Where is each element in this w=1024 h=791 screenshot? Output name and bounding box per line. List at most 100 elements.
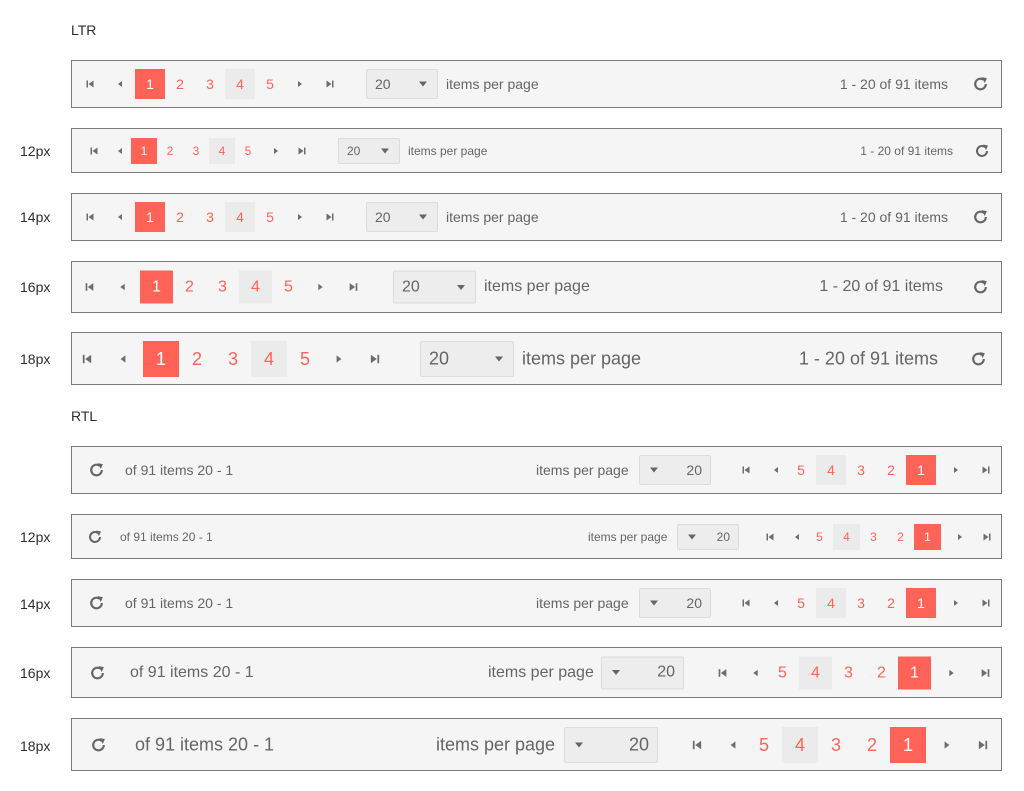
first-page-button[interactable] xyxy=(980,667,991,678)
page-button-2[interactable]: 2 xyxy=(887,524,914,550)
page-button-5[interactable]: 5 xyxy=(255,202,285,232)
page-button-4[interactable]: 4 xyxy=(239,270,272,304)
page-button-5[interactable]: 5 xyxy=(806,524,833,550)
page-button-4[interactable]: 4 xyxy=(251,340,287,377)
page-button-4[interactable]: 4 xyxy=(782,726,818,763)
next-page-button[interactable] xyxy=(771,465,781,475)
page-button-3[interactable]: 3 xyxy=(832,656,865,689)
previous-page-button[interactable] xyxy=(951,465,961,475)
page-button-1[interactable]: 1 xyxy=(143,340,179,377)
page-button-5[interactable]: 5 xyxy=(287,341,323,377)
page-button-1[interactable]: 1 xyxy=(135,202,165,232)
page-button-1[interactable]: 1 xyxy=(898,656,931,689)
next-page-button[interactable] xyxy=(295,79,305,89)
page-button-2[interactable]: 2 xyxy=(157,138,183,164)
page-button-2[interactable]: 2 xyxy=(165,202,195,232)
page-size-select[interactable]: 20 xyxy=(366,69,438,99)
page-button-1[interactable]: 1 xyxy=(914,523,941,550)
last-page-button[interactable] xyxy=(325,212,335,222)
page-button-4[interactable]: 4 xyxy=(225,202,255,232)
page-size-select[interactable]: 20 xyxy=(601,656,684,689)
next-page-button[interactable] xyxy=(771,598,781,608)
next-page-button[interactable] xyxy=(315,282,326,293)
previous-page-button[interactable] xyxy=(117,353,129,365)
next-page-button[interactable] xyxy=(271,146,281,156)
page-size-select[interactable]: 20 xyxy=(338,137,400,164)
page-button-1[interactable]: 1 xyxy=(906,455,936,485)
page-button-4[interactable]: 4 xyxy=(833,523,860,550)
last-page-button[interactable] xyxy=(765,532,775,542)
page-button-4[interactable]: 4 xyxy=(816,588,846,618)
previous-page-button[interactable] xyxy=(951,598,961,608)
page-button-5[interactable]: 5 xyxy=(786,588,816,618)
page-button-1[interactable]: 1 xyxy=(135,69,165,99)
first-page-button[interactable] xyxy=(981,465,991,475)
page-button-4[interactable]: 4 xyxy=(225,69,255,99)
page-button-4[interactable]: 4 xyxy=(816,455,846,485)
last-page-button[interactable] xyxy=(325,79,335,89)
page-button-5[interactable]: 5 xyxy=(746,727,782,763)
last-page-button[interactable] xyxy=(369,353,381,365)
next-page-button[interactable] xyxy=(727,739,739,751)
page-size-select[interactable]: 20 xyxy=(420,340,514,377)
page-button-3[interactable]: 3 xyxy=(195,202,225,232)
first-page-button[interactable] xyxy=(981,598,991,608)
page-button-3[interactable]: 3 xyxy=(846,455,876,485)
next-page-button[interactable] xyxy=(295,212,305,222)
first-page-button[interactable] xyxy=(85,79,95,89)
page-size-select[interactable]: 20 xyxy=(677,523,739,550)
last-page-button[interactable] xyxy=(717,667,728,678)
refresh-button[interactable] xyxy=(88,595,105,612)
previous-page-button[interactable] xyxy=(946,667,957,678)
refresh-button[interactable] xyxy=(972,209,989,226)
page-button-1[interactable]: 1 xyxy=(140,270,173,304)
page-button-3[interactable]: 3 xyxy=(860,524,887,550)
first-page-button[interactable] xyxy=(977,739,989,751)
previous-page-button[interactable] xyxy=(117,282,128,293)
refresh-button[interactable] xyxy=(89,664,106,681)
previous-page-button[interactable] xyxy=(941,739,953,751)
page-size-select[interactable]: 20 xyxy=(366,202,438,232)
page-button-4[interactable]: 4 xyxy=(799,656,832,689)
page-button-1[interactable]: 1 xyxy=(131,137,157,164)
previous-page-button[interactable] xyxy=(115,212,125,222)
page-button-4[interactable]: 4 xyxy=(209,137,235,164)
page-size-select[interactable]: 20 xyxy=(639,455,711,485)
last-page-button[interactable] xyxy=(297,146,307,156)
page-button-5[interactable]: 5 xyxy=(786,455,816,485)
page-size-select[interactable]: 20 xyxy=(393,270,476,304)
page-button-3[interactable]: 3 xyxy=(183,138,209,164)
page-button-5[interactable]: 5 xyxy=(255,69,285,99)
page-button-3[interactable]: 3 xyxy=(195,69,225,99)
last-page-button[interactable] xyxy=(348,282,359,293)
page-button-3[interactable]: 3 xyxy=(818,727,854,763)
last-page-button[interactable] xyxy=(741,465,751,475)
refresh-button[interactable] xyxy=(970,350,987,367)
first-page-button[interactable] xyxy=(89,146,99,156)
next-page-button[interactable] xyxy=(750,667,761,678)
page-button-3[interactable]: 3 xyxy=(846,588,876,618)
page-button-3[interactable]: 3 xyxy=(215,341,251,377)
previous-page-button[interactable] xyxy=(115,146,125,156)
page-button-2[interactable]: 2 xyxy=(173,271,206,304)
page-button-2[interactable]: 2 xyxy=(179,341,215,377)
page-button-1[interactable]: 1 xyxy=(890,726,926,763)
last-page-button[interactable] xyxy=(741,598,751,608)
page-button-5[interactable]: 5 xyxy=(272,271,305,304)
refresh-button[interactable] xyxy=(972,279,989,296)
first-page-button[interactable] xyxy=(85,212,95,222)
refresh-button[interactable] xyxy=(972,76,989,93)
page-button-2[interactable]: 2 xyxy=(876,588,906,618)
refresh-button[interactable] xyxy=(88,462,105,479)
refresh-button[interactable] xyxy=(90,736,107,753)
page-button-5[interactable]: 5 xyxy=(766,656,799,689)
page-button-2[interactable]: 2 xyxy=(876,455,906,485)
first-page-button[interactable] xyxy=(84,282,95,293)
previous-page-button[interactable] xyxy=(955,532,965,542)
page-button-2[interactable]: 2 xyxy=(865,656,898,689)
page-button-2[interactable]: 2 xyxy=(165,69,195,99)
page-button-5[interactable]: 5 xyxy=(235,138,261,164)
page-button-3[interactable]: 3 xyxy=(206,271,239,304)
next-page-button[interactable] xyxy=(333,353,345,365)
refresh-button[interactable] xyxy=(87,529,103,545)
